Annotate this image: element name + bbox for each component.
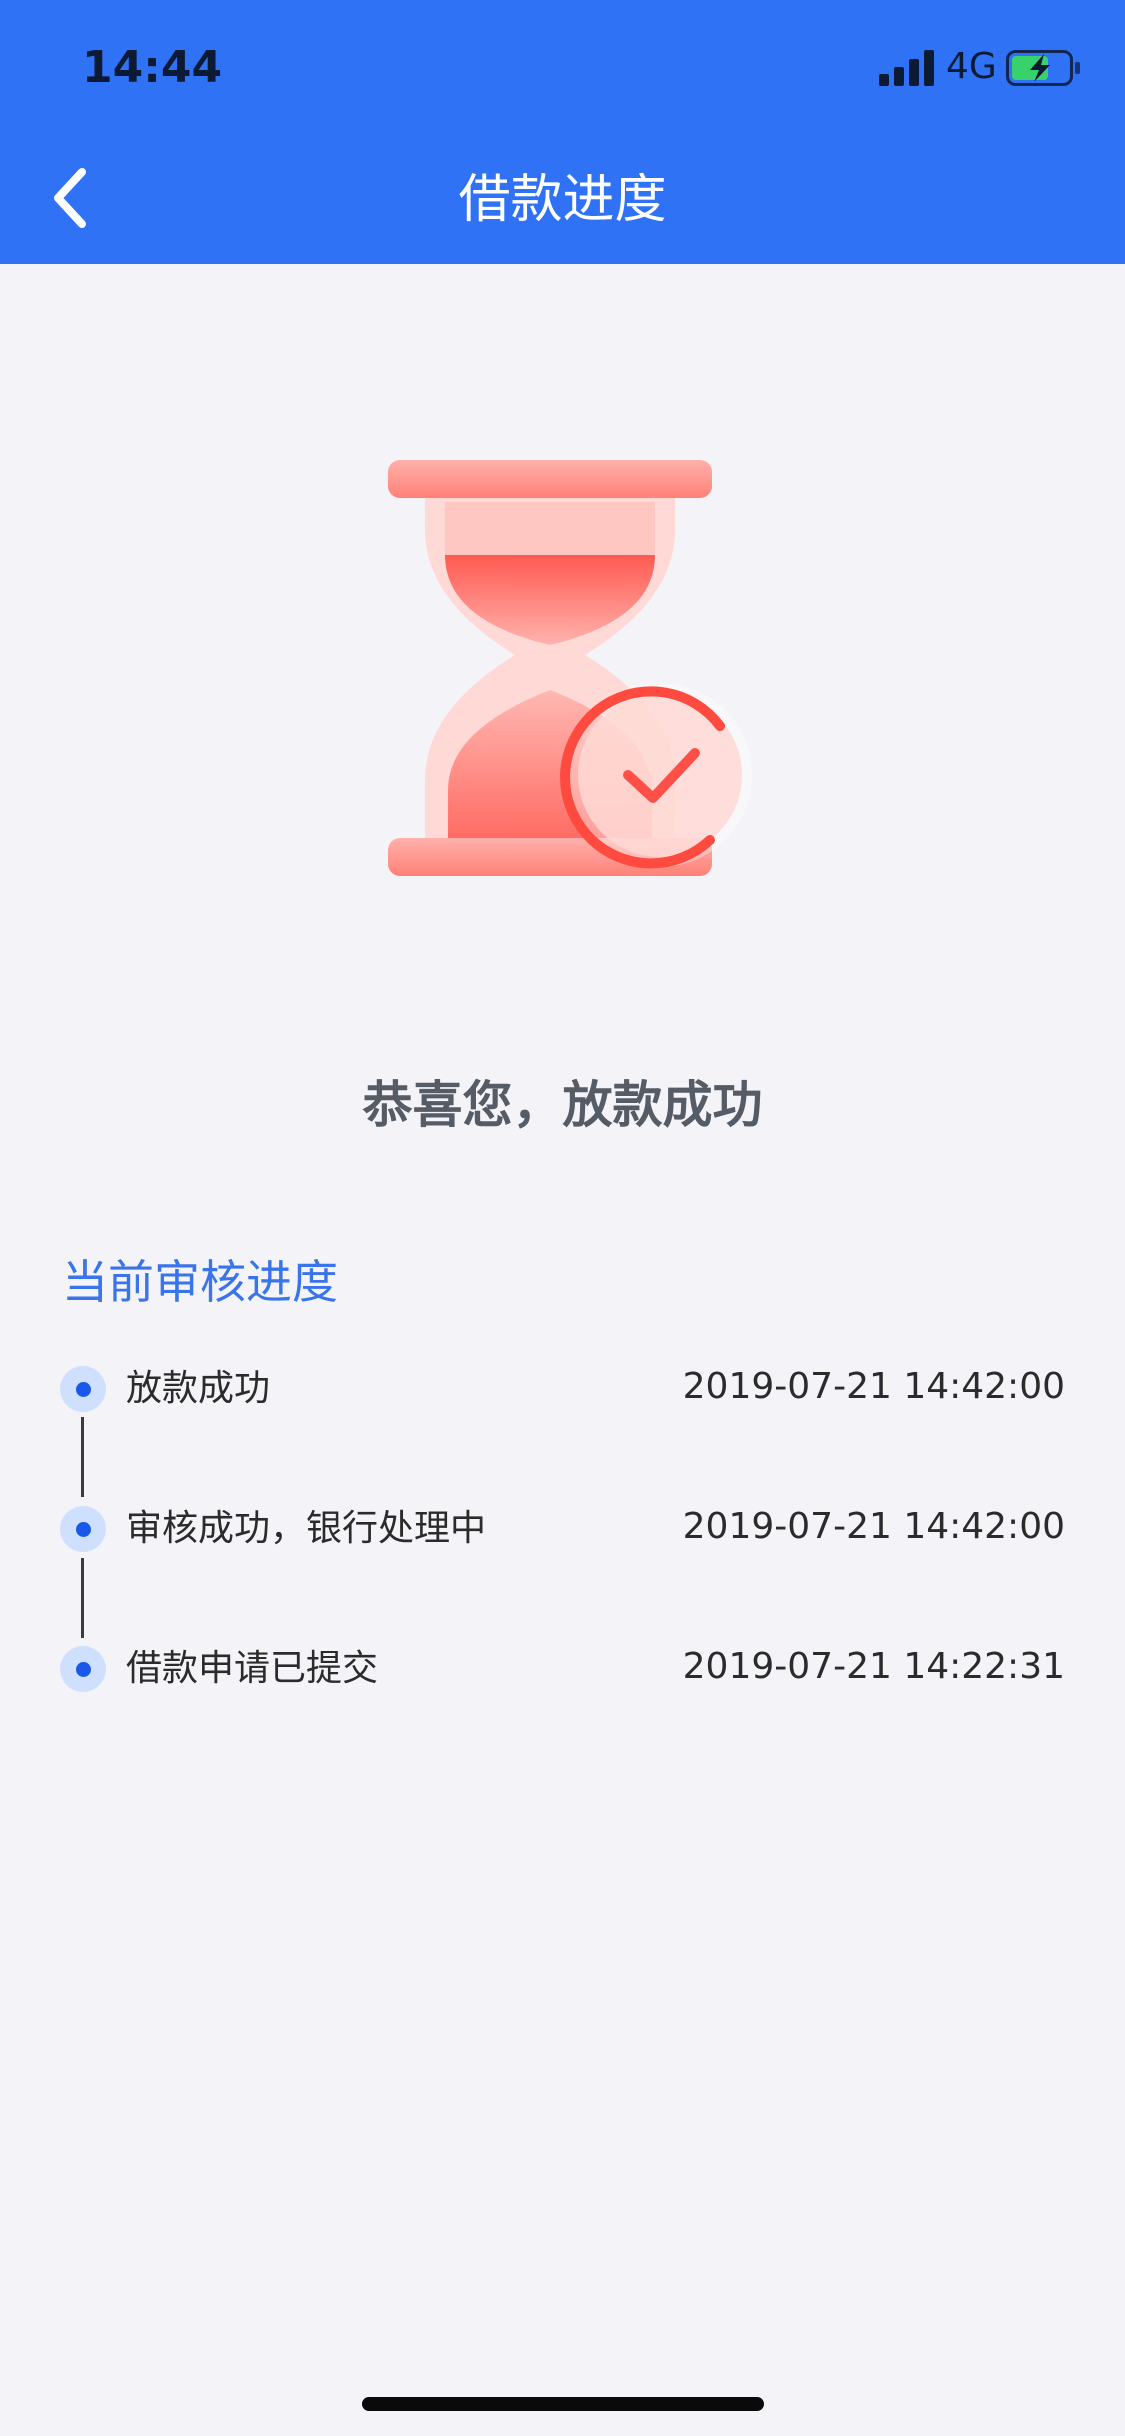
step-label: 放款成功 <box>126 1368 271 1409</box>
home-indicator[interactable] <box>362 2397 764 2411</box>
page-title: 借款进度 <box>458 170 667 230</box>
step-dot <box>60 1506 106 1552</box>
network-type: 4G <box>946 46 997 87</box>
battery-charging-icon <box>1006 50 1080 86</box>
hourglass-check-icon <box>388 460 752 876</box>
result-message: 恭喜您，放款成功 <box>362 1076 763 1134</box>
step-time: 2019-07-21 14:22:31 <box>682 1646 1065 1687</box>
nav-header: 14:44 4G 借款进度 <box>0 0 1125 264</box>
step-time: 2019-07-21 14:42:00 <box>682 1366 1065 1407</box>
signal-icon <box>879 50 934 86</box>
step-time: 2019-07-21 14:42:00 <box>682 1506 1065 1547</box>
step-label: 审核成功，银行处理中 <box>126 1508 487 1549</box>
status-time: 14:44 <box>82 42 223 93</box>
timeline-connector <box>81 1558 84 1638</box>
step-label: 借款申请已提交 <box>126 1648 379 1689</box>
step-dot <box>60 1366 106 1412</box>
timeline-connector <box>81 1417 84 1497</box>
progress-section-title: 当前审核进度 <box>62 1255 338 1309</box>
step-dot <box>60 1646 106 1692</box>
